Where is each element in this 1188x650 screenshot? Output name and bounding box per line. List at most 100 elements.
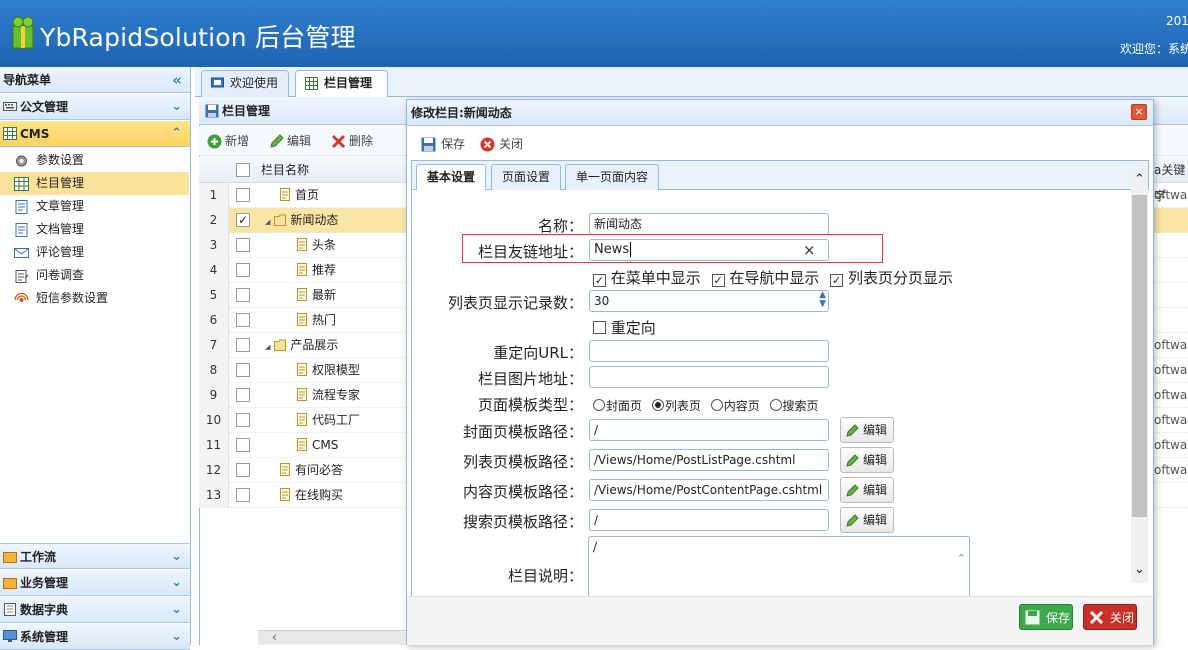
scroll-down-icon[interactable]: ⌄ bbox=[1132, 562, 1147, 577]
sidebar-group-dictionary[interactable]: 数据字典 ⌄ bbox=[0, 597, 190, 623]
row-name-cell: 热门 bbox=[296, 308, 336, 333]
tab-basic-settings[interactable]: 基本设置 bbox=[416, 164, 487, 192]
chevron-up-icon: ⌃ bbox=[171, 126, 182, 141]
row-name-cell: 在线购买 bbox=[279, 483, 343, 508]
redirect-url-input[interactable] bbox=[589, 340, 829, 362]
grid-hscroll[interactable]: ‹ bbox=[258, 630, 406, 645]
radio-search[interactable] bbox=[769, 399, 782, 411]
description-textarea[interactable]: / ⌃ bbox=[588, 536, 970, 598]
friendly-url-input[interactable]: News bbox=[589, 239, 829, 261]
sidebar-group-system[interactable]: 系统管理 ⌄ bbox=[0, 624, 190, 650]
sidebar-item-label: 问卷调查 bbox=[36, 268, 85, 282]
row-name-cell: 流程专家 bbox=[296, 383, 360, 408]
add-button[interactable]: 新增 bbox=[207, 132, 249, 150]
sidebar-item-articles[interactable]: 文章管理 bbox=[0, 195, 189, 218]
row-checkbox[interactable] bbox=[236, 363, 250, 377]
content-template-input[interactable]: /Views/Home/PostContentPage.cshtml bbox=[589, 479, 829, 501]
clear-input-icon[interactable]: × bbox=[803, 241, 816, 259]
sidebar-item-columns[interactable]: 栏目管理 bbox=[0, 172, 189, 195]
sidebar-item-survey[interactable]: 问卷调查 bbox=[0, 264, 189, 287]
row-name-label: 新闻动态 bbox=[290, 213, 339, 227]
tab-single-page-content[interactable]: 单一页面内容 bbox=[565, 164, 660, 191]
row-checkbox[interactable] bbox=[236, 313, 250, 327]
dialog-title[interactable]: 修改栏目:新闻动态 bbox=[407, 100, 1153, 126]
sidebar-group-cms[interactable]: CMS ⌃ bbox=[0, 121, 190, 147]
row-checkbox[interactable] bbox=[236, 388, 250, 402]
list-template-input[interactable]: /Views/Home/PostListPage.cshtml bbox=[589, 449, 829, 471]
radio-cover[interactable] bbox=[593, 399, 605, 411]
show-in-menu-checkbox[interactable]: ✓ bbox=[593, 274, 606, 287]
redirect-option: 重定向 bbox=[593, 317, 656, 338]
collapse-sidebar-icon[interactable]: « bbox=[172, 67, 182, 93]
scrollbar-thumb[interactable] bbox=[1132, 195, 1147, 517]
row-checkbox[interactable] bbox=[236, 288, 250, 302]
file-icon bbox=[297, 388, 307, 401]
dialog-save-button[interactable]: 保存 bbox=[421, 135, 465, 153]
row-checkbox[interactable] bbox=[236, 413, 250, 427]
sidebar-item-params[interactable]: 参数设置 bbox=[0, 149, 189, 172]
tab-welcome[interactable]: 欢迎使用 bbox=[201, 70, 289, 97]
edit-search-template-button[interactable]: 编辑 bbox=[840, 507, 894, 533]
edit-cover-template-button[interactable]: 编辑 bbox=[840, 417, 894, 443]
tab-page-settings[interactable]: 页面设置 bbox=[491, 164, 562, 191]
search-template-input[interactable]: / bbox=[589, 509, 829, 531]
cover-template-input[interactable]: / bbox=[589, 419, 829, 441]
row-checkbox[interactable] bbox=[236, 488, 250, 502]
close-icon bbox=[1089, 610, 1104, 625]
image-url-input[interactable] bbox=[589, 366, 829, 388]
show-in-nav-checkbox[interactable]: ✓ bbox=[711, 274, 725, 287]
expand-toggle-icon[interactable]: ◢ bbox=[265, 218, 270, 226]
radio-list[interactable] bbox=[651, 399, 664, 411]
row-checkbox[interactable] bbox=[236, 338, 250, 352]
name-input[interactable]: 新闻动态 bbox=[589, 213, 829, 235]
footer-close-button[interactable]: 关闭 bbox=[1083, 604, 1137, 630]
spinner-arrows-icon[interactable]: ▲ ▼ bbox=[819, 291, 826, 309]
sidebar-item-docs[interactable]: 文档管理 bbox=[0, 218, 189, 241]
sidebar-group-workflow[interactable]: 工作流 ⌄ bbox=[0, 543, 190, 569]
redirect-checkbox[interactable] bbox=[593, 321, 606, 334]
row-keywords-cell: oftwar bbox=[1154, 338, 1188, 352]
row-checkbox[interactable]: ✓ bbox=[236, 213, 250, 227]
chevron-down-icon: ⌄ bbox=[171, 549, 182, 564]
scroll-left-icon[interactable]: ‹ bbox=[272, 630, 277, 644]
row-name-cell: 推荐 bbox=[296, 258, 336, 283]
dialog-close-button[interactable]: 关闭 bbox=[480, 135, 523, 153]
row-checkbox[interactable] bbox=[236, 463, 250, 477]
select-all-checkbox[interactable] bbox=[236, 163, 250, 177]
textarea-scroll-up-icon[interactable]: ⌃ bbox=[957, 551, 966, 567]
delete-button[interactable]: 删除 bbox=[331, 132, 373, 150]
scroll-up-icon[interactable]: ⌃ bbox=[1132, 172, 1147, 187]
chevron-down-icon: ⌄ bbox=[171, 629, 182, 644]
row-number: 7 bbox=[199, 333, 229, 358]
row-keywords-cell: oftwar bbox=[1154, 388, 1188, 402]
row-checkbox[interactable] bbox=[236, 188, 250, 202]
cover-template-label: 封面页模板路径： bbox=[462, 423, 583, 441]
file-icon bbox=[280, 188, 290, 201]
folder-icon bbox=[3, 552, 17, 563]
file-icon bbox=[297, 288, 307, 301]
sidebar-item-comments[interactable]: 评论管理 bbox=[0, 241, 189, 264]
row-number: 9 bbox=[199, 383, 229, 408]
row-checkbox[interactable] bbox=[236, 438, 250, 452]
list-paging-checkbox[interactable]: ✓ bbox=[830, 274, 844, 287]
dialog-close-icon[interactable]: × bbox=[1131, 104, 1147, 120]
row-checkbox[interactable] bbox=[236, 263, 250, 277]
sidebar-item-sms[interactable]: 短信参数设置 bbox=[0, 287, 189, 310]
edit-content-template-button[interactable]: 编辑 bbox=[840, 477, 894, 503]
footer-save-button[interactable]: 保存 bbox=[1019, 604, 1073, 630]
sidebar-item-label: 栏目管理 bbox=[36, 176, 85, 190]
column-header-name[interactable]: 栏目名称 bbox=[261, 157, 309, 183]
page-size-spinner[interactable]: 30 ▲ ▼ bbox=[589, 290, 829, 312]
pencil-icon bbox=[846, 454, 859, 467]
sidebar-group-business[interactable]: 业务管理 ⌄ bbox=[0, 570, 190, 596]
expand-toggle-icon[interactable]: ◢ bbox=[265, 343, 270, 351]
edit-list-template-button[interactable]: 编辑 bbox=[840, 447, 894, 473]
radio-content[interactable] bbox=[710, 399, 723, 411]
file-icon bbox=[280, 463, 290, 476]
edit-button[interactable]: 编辑 bbox=[269, 132, 311, 150]
row-name-label: 头条 bbox=[312, 238, 337, 252]
row-checkbox[interactable] bbox=[236, 238, 250, 252]
sidebar-group-docs[interactable]: 公文管理 ⌄ bbox=[0, 94, 190, 120]
page-size-label: 列表页显示记录数： bbox=[447, 294, 583, 312]
tab-column-manage[interactable]: 栏目管理 × bbox=[295, 70, 388, 115]
